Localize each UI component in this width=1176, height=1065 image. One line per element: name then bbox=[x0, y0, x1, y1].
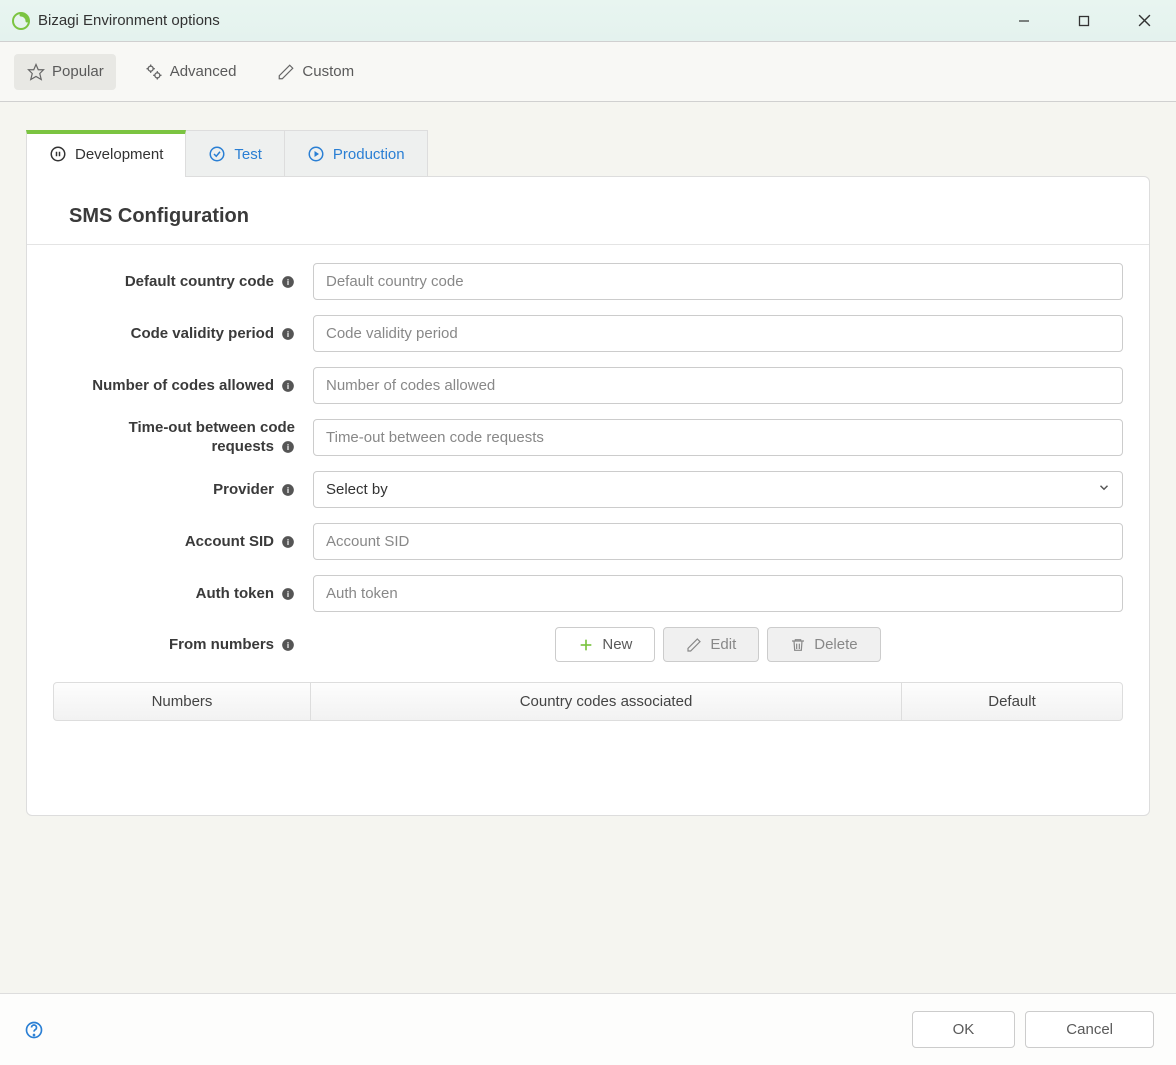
form-area: Default country code i Code validity per… bbox=[27, 245, 1149, 745]
svg-text:i: i bbox=[286, 485, 288, 494]
edit-button[interactable]: Edit bbox=[663, 627, 759, 662]
new-button[interactable]: New bbox=[555, 627, 655, 662]
pencil-icon bbox=[686, 637, 702, 653]
info-icon[interactable]: i bbox=[280, 482, 295, 497]
row-code-validity: Code validity period i bbox=[53, 315, 1123, 352]
maximize-button[interactable] bbox=[1064, 5, 1104, 37]
environment-tabs: Development Test Production bbox=[26, 130, 1150, 177]
svg-text:i: i bbox=[286, 640, 288, 649]
info-icon[interactable]: i bbox=[280, 274, 295, 289]
env-tab-production[interactable]: Production bbox=[284, 130, 428, 177]
tab-advanced[interactable]: Advanced bbox=[132, 54, 249, 90]
input-default-country-code[interactable] bbox=[313, 263, 1123, 300]
row-num-codes: Number of codes allowed i bbox=[53, 367, 1123, 404]
pencil-icon bbox=[276, 62, 296, 82]
label-auth-token: Auth token i bbox=[53, 585, 313, 602]
env-tab-test-label: Test bbox=[234, 146, 262, 163]
star-icon bbox=[26, 62, 46, 82]
input-auth-token[interactable] bbox=[313, 575, 1123, 612]
delete-button-label: Delete bbox=[814, 636, 857, 653]
env-tab-test[interactable]: Test bbox=[185, 130, 285, 177]
label-num-codes: Number of codes allowed i bbox=[53, 377, 313, 394]
app-logo-icon bbox=[12, 12, 30, 30]
svg-text:i: i bbox=[286, 589, 288, 598]
config-panel: SMS Configuration Default country code i… bbox=[26, 176, 1150, 816]
input-timeout[interactable] bbox=[313, 419, 1123, 456]
row-timeout: Time-out between code requests i bbox=[53, 419, 1123, 456]
numbers-table-header: Numbers Country codes associated Default bbox=[53, 682, 1123, 721]
label-account-sid: Account SID i bbox=[53, 533, 313, 550]
tab-popular-label: Popular bbox=[52, 63, 104, 80]
info-icon[interactable]: i bbox=[280, 586, 295, 601]
col-default: Default bbox=[902, 683, 1122, 720]
col-country-codes: Country codes associated bbox=[311, 683, 902, 720]
plus-icon bbox=[578, 637, 594, 653]
pause-circle-icon bbox=[49, 145, 67, 163]
tab-popular[interactable]: Popular bbox=[14, 54, 116, 90]
delete-button[interactable]: Delete bbox=[767, 627, 880, 662]
close-button[interactable] bbox=[1124, 5, 1164, 37]
section-header: SMS Configuration bbox=[27, 177, 1149, 245]
new-button-label: New bbox=[602, 636, 632, 653]
env-tab-production-label: Production bbox=[333, 146, 405, 163]
window-controls bbox=[1004, 5, 1164, 37]
edit-button-label: Edit bbox=[710, 636, 736, 653]
window-titlebar: Bizagi Environment options bbox=[0, 0, 1176, 42]
svg-text:i: i bbox=[286, 442, 288, 451]
info-icon[interactable]: i bbox=[280, 534, 295, 549]
cancel-button[interactable]: Cancel bbox=[1025, 1011, 1154, 1048]
trash-icon bbox=[790, 637, 806, 653]
row-auth-token: Auth token i bbox=[53, 575, 1123, 612]
tab-custom[interactable]: Custom bbox=[264, 54, 366, 90]
input-code-validity[interactable] bbox=[313, 315, 1123, 352]
label-from-numbers: From numbers i bbox=[53, 636, 313, 653]
info-icon[interactable]: i bbox=[280, 326, 295, 341]
label-timeout: Time-out between code requests i bbox=[53, 419, 313, 455]
category-tabs: Popular Advanced Custom bbox=[0, 42, 1176, 102]
env-tab-development-label: Development bbox=[75, 146, 163, 163]
tab-advanced-label: Advanced bbox=[170, 63, 237, 80]
help-button[interactable] bbox=[22, 1018, 46, 1042]
svg-text:i: i bbox=[286, 277, 288, 286]
content-area: Development Test Production SMS Configur… bbox=[0, 102, 1176, 816]
window-title: Bizagi Environment options bbox=[38, 12, 1004, 29]
row-from-numbers: From numbers i New Edit bbox=[53, 627, 1123, 662]
minimize-button[interactable] bbox=[1004, 5, 1044, 37]
svg-text:i: i bbox=[286, 537, 288, 546]
play-circle-icon bbox=[307, 145, 325, 163]
info-icon[interactable]: i bbox=[280, 439, 295, 454]
row-default-country-code: Default country code i bbox=[53, 263, 1123, 300]
svg-text:i: i bbox=[286, 381, 288, 390]
section-title: SMS Configuration bbox=[69, 205, 1107, 228]
tab-custom-label: Custom bbox=[302, 63, 354, 80]
label-provider: Provider i bbox=[53, 481, 313, 498]
gears-icon bbox=[144, 62, 164, 82]
input-account-sid[interactable] bbox=[313, 523, 1123, 560]
label-default-country-code: Default country code i bbox=[53, 273, 313, 290]
info-icon[interactable]: i bbox=[280, 378, 295, 393]
ok-button[interactable]: OK bbox=[912, 1011, 1016, 1048]
label-code-validity: Code validity period i bbox=[53, 325, 313, 342]
check-circle-icon bbox=[208, 145, 226, 163]
dialog-footer: OK Cancel bbox=[0, 993, 1176, 1065]
input-num-codes[interactable] bbox=[313, 367, 1123, 404]
info-icon[interactable]: i bbox=[280, 637, 295, 652]
row-provider: Provider i Select by bbox=[53, 471, 1123, 508]
select-provider[interactable]: Select by bbox=[313, 471, 1123, 508]
env-tab-development[interactable]: Development bbox=[26, 130, 186, 177]
row-account-sid: Account SID i bbox=[53, 523, 1123, 560]
col-numbers: Numbers bbox=[54, 683, 311, 720]
svg-text:i: i bbox=[286, 329, 288, 338]
